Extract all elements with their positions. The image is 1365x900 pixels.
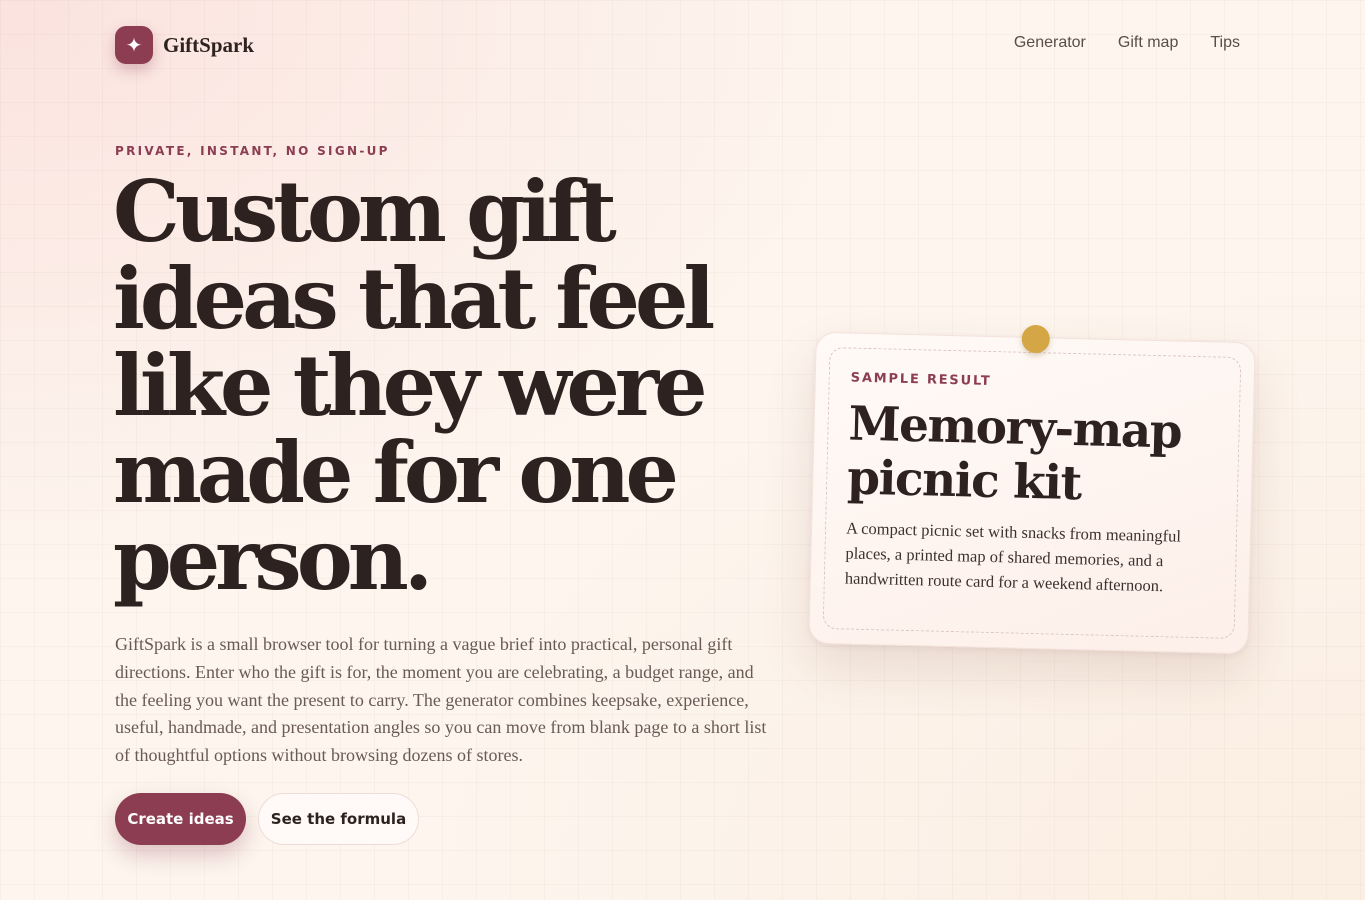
brand-name: GiftSpark	[163, 32, 255, 57]
card-description: A compact picnic set with snacks from me…	[844, 518, 1182, 596]
hero-eyebrow: PRIVATE, INSTANT, NO SIGN-UP	[115, 144, 390, 158]
hero-headline: Custom gift ideas that feel like they we…	[113, 162, 715, 609]
card-title: Memory-map picnic kit	[846, 396, 1182, 512]
pin-icon	[1021, 324, 1051, 354]
brand[interactable]: ✦ GiftSpark	[115, 26, 254, 64]
see-formula-button[interactable]: See the formula	[258, 793, 419, 845]
main-nav: Generator Gift map Tips	[1014, 34, 1240, 52]
sample-result-card: SAMPLE RESULT Memory-map picnic kit A co…	[808, 324, 1256, 655]
nav-link-gift-map[interactable]: Gift map	[1118, 34, 1178, 52]
nav-link-tips[interactable]: Tips	[1210, 34, 1240, 52]
hero-intro: GiftSpark is a small browser tool for tu…	[115, 634, 767, 766]
sparkle-icon: ✦	[115, 26, 153, 64]
nav-link-generator[interactable]: Generator	[1014, 34, 1086, 52]
create-ideas-button[interactable]: Create ideas	[115, 793, 246, 845]
